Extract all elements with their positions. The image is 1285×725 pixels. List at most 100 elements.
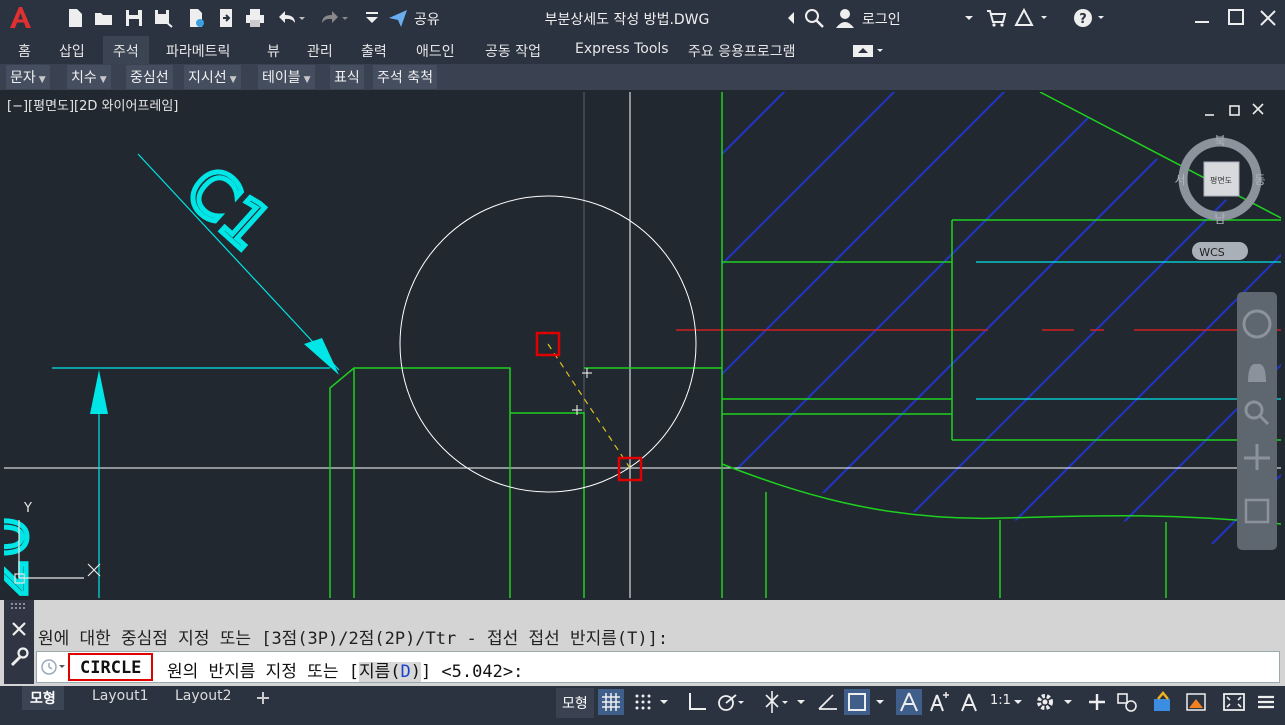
command-window-handle[interactable]: [4, 600, 34, 684]
tab-insert[interactable]: 삽입: [59, 41, 85, 61]
hatch-pattern: [722, 92, 1281, 598]
snap-dropdown-icon[interactable]: [656, 689, 672, 715]
panel-leaders[interactable]: 지시선 ▼: [184, 65, 241, 89]
autodesk-a360-icon[interactable]: [1013, 7, 1049, 29]
tab-output[interactable]: 출력: [361, 41, 387, 61]
prompt-before: 원의 반지름 지정 또는 [: [167, 662, 359, 682]
panel-annotation-scaling-label: 주석 축척: [377, 70, 433, 86]
tab-addins[interactable]: 애드인: [416, 41, 455, 61]
command-input[interactable]: CIRCLE 원의 반지름 지정 또는 [지름(D)] <5.042>:: [36, 651, 1280, 683]
tab-collaborate[interactable]: 공동 작업: [485, 41, 541, 61]
wcs-menu[interactable]: WCS: [1192, 242, 1248, 260]
hardware-acceleration-icon[interactable]: [1183, 689, 1209, 715]
recent-commands-icon[interactable]: [40, 658, 66, 676]
search-icon[interactable]: [803, 7, 825, 29]
tab-featured-apps[interactable]: 주요 응용프로그램: [688, 41, 796, 61]
command-window: 원에 대한 중심점 지정 또는 [3점(3P)/2점(2P)/Ttr - 접선 …: [0, 600, 1285, 686]
panel-tables[interactable]: 테이블 ▼: [258, 65, 315, 89]
tab-express-tools[interactable]: Express Tools: [575, 41, 669, 57]
grip-dots-icon[interactable]: [9, 602, 29, 610]
chevron-left-icon[interactable]: [783, 7, 799, 29]
dimension-text-20: 20: [4, 517, 42, 598]
part-outline: [329, 92, 1281, 598]
new-layout-icon[interactable]: [254, 689, 272, 707]
isodraft-icon[interactable]: [760, 689, 790, 715]
object-snap-dropdown-icon[interactable]: [872, 689, 888, 715]
lineweight-angle-icon[interactable]: [815, 689, 841, 715]
customize-wrench-icon[interactable]: [9, 646, 29, 668]
object-snap-icon[interactable]: [844, 689, 870, 715]
panel-centerlines[interactable]: 중심선: [126, 65, 173, 89]
user-icon[interactable]: [834, 7, 856, 29]
annotation-scale-value[interactable]: 1:1: [990, 693, 1011, 708]
panel-dimensions[interactable]: 치수 ▼: [67, 65, 111, 89]
help-icon[interactable]: ?: [1072, 7, 1108, 29]
panel-dimensions-label: 치수: [71, 70, 97, 86]
viewcube-east-label: 동: [1254, 173, 1265, 187]
command-prompt: 원의 반지름 지정 또는 [지름(D)] <5.042>:: [167, 657, 523, 682]
ribbon-minimize-icon[interactable]: [851, 43, 887, 59]
polar-tracking-icon[interactable]: [714, 689, 744, 715]
leader-arrowhead: [304, 338, 339, 375]
status-bar: 모형 Layout1 Layout2 모형 1:1: [0, 686, 1285, 725]
maximize-window-icon[interactable]: [1224, 6, 1248, 30]
login-button[interactable]: 로그인: [862, 9, 901, 29]
tab-manage[interactable]: 관리: [307, 41, 333, 61]
expand-arrow-icon: ▼: [99, 75, 107, 85]
layout-tab-model[interactable]: 모형: [22, 686, 64, 710]
annotation-monitor-plus-icon[interactable]: [1084, 689, 1110, 715]
chamfer-annotation-c1: C1: [171, 153, 284, 265]
viewport-close-icon[interactable]: [1252, 103, 1264, 115]
cart-icon[interactable]: [985, 7, 1007, 29]
annotation-visibility-icon[interactable]: [896, 689, 922, 715]
prompt-after: ] <5.042>:: [420, 662, 524, 682]
tab-parametric[interactable]: 파라메트릭: [166, 41, 230, 61]
customization-menu-icon[interactable]: [1254, 689, 1278, 715]
panel-text[interactable]: 문자 ▼: [6, 65, 50, 89]
annotation-scale-icon[interactable]: [956, 689, 982, 715]
login-dropdown-icon[interactable]: [962, 7, 976, 29]
panel-annotation-scaling[interactable]: 주석 축척: [373, 65, 437, 89]
drawing-geometry: C1 20 Y 평면도 북 서 동 남 WCS: [4, 92, 1281, 598]
drawing-canvas[interactable]: C1 20 Y 평면도 북 서 동 남 WCS [−][평면도][2D 와이어프…: [4, 92, 1281, 598]
grid-display-icon[interactable]: [598, 689, 624, 715]
svg-text:?: ?: [1079, 12, 1087, 27]
auto-scale-icon[interactable]: [926, 689, 952, 715]
tab-annotate[interactable]: 주석: [103, 36, 149, 64]
panel-centerlines-label: 중심선: [130, 70, 169, 86]
scale-dropdown-icon[interactable]: [1010, 689, 1026, 715]
viewport-restore-icon[interactable]: [1229, 105, 1240, 116]
panel-markup[interactable]: 표식: [330, 65, 364, 89]
model-space-toggle[interactable]: 모형: [556, 688, 594, 718]
diameter-option[interactable]: 지름(D): [358, 662, 421, 682]
units-icon[interactable]: [1114, 689, 1140, 715]
viewcube[interactable]: 평면도 북 서 동 남: [1174, 134, 1265, 226]
ribbon-tabs: 홈 삽입 주석 파라메트릭 뷰 관리 출력 애드인 공동 작업 Express …: [0, 36, 1285, 64]
dimension-arrowhead: [90, 370, 108, 414]
clean-screen-icon[interactable]: [1221, 689, 1247, 715]
workspace-gear-icon[interactable]: [1032, 689, 1058, 715]
panel-tables-label: 테이블: [262, 70, 301, 86]
object-snap-tracking-dropdown-icon[interactable]: [793, 689, 809, 715]
viewport-controls-label[interactable]: [−][평면도][2D 와이어프레임]: [7, 95, 178, 114]
minimize-window-icon[interactable]: [1190, 6, 1214, 30]
close-window-icon[interactable]: [1256, 6, 1280, 30]
tracking-markers: [572, 368, 592, 415]
active-command-name: CIRCLE: [68, 653, 154, 681]
viewcube-west-label: 서: [1174, 173, 1185, 187]
workspace-dropdown-icon[interactable]: [1060, 689, 1076, 715]
snap-mode-icon[interactable]: [630, 689, 656, 715]
layout-tab-layout1[interactable]: Layout1: [84, 686, 157, 710]
close-command-icon[interactable]: [10, 620, 28, 638]
ucs-y-label: Y: [23, 501, 32, 516]
ortho-mode-icon[interactable]: [684, 689, 710, 715]
command-history-line: 원에 대한 중심점 지정 또는 [3점(3P)/2점(2P)/Ttr - 접선 …: [38, 629, 669, 649]
tab-home[interactable]: 홈: [18, 41, 31, 61]
navigation-bar: [1237, 292, 1277, 550]
isolate-objects-icon[interactable]: [1150, 689, 1176, 715]
diameter-option-key: D: [400, 662, 411, 682]
layout-tab-layout2[interactable]: Layout2: [167, 686, 240, 710]
tab-view[interactable]: 뷰: [267, 41, 280, 61]
expand-arrow-icon: ▼: [38, 75, 46, 85]
wcs-label: WCS: [1199, 246, 1225, 259]
